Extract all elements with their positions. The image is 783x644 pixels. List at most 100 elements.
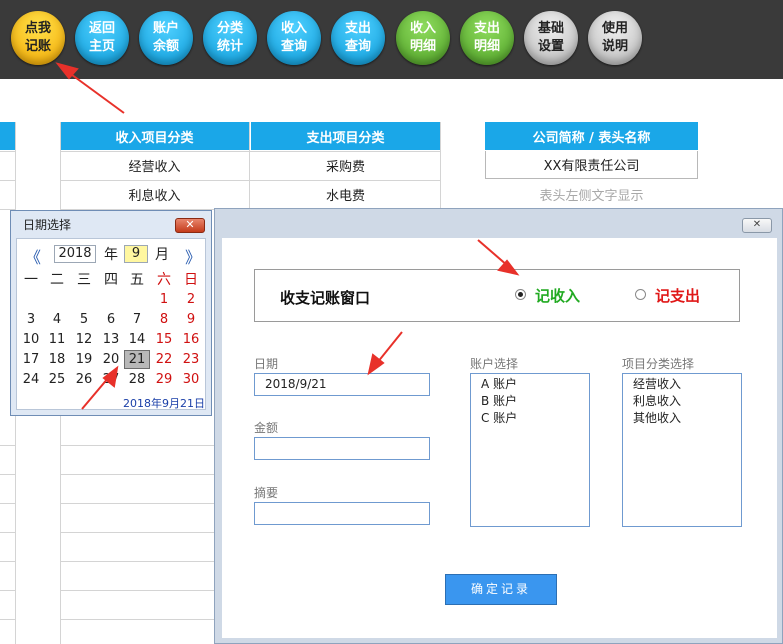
expense-category-cell[interactable]: 采购费 [251, 151, 440, 179]
list-item[interactable]: C 账户 [471, 410, 589, 427]
calendar-day[interactable]: 11 [44, 330, 70, 349]
calendar-day[interactable]: 29 [151, 370, 177, 389]
grid-line [60, 619, 214, 620]
calendar-day[interactable]: 9 [178, 310, 204, 329]
button-label-line1: 基础 [537, 21, 564, 36]
basic-settings-button[interactable]: 基础 设置 [524, 11, 578, 65]
prev-month-icon[interactable]: 《 [25, 244, 41, 268]
grid-line [0, 532, 15, 533]
close-icon[interactable]: ✕ [175, 218, 205, 233]
next-month-icon[interactable]: 》 [185, 244, 201, 268]
grid-line [0, 503, 15, 504]
calendar-day[interactable]: 25 [44, 370, 70, 389]
list-item[interactable]: 其他收入 [623, 410, 741, 427]
button-label-line1: 返回 [88, 21, 115, 36]
calendar-day[interactable]: 27 [98, 370, 124, 389]
calendar-day[interactable]: 17 [18, 350, 44, 369]
calendar-day[interactable]: 6 [98, 310, 124, 329]
grid-line [60, 561, 214, 562]
button-label-line1: 支出 [344, 21, 371, 36]
calendar-day[interactable]: 19 [71, 350, 97, 369]
toolbar: 点我 记账 返回 主页 账户 余额 分类 统计 收入 查询 支出 查询 收入 明… [0, 0, 783, 79]
company-name-cell[interactable]: XX有限责任公司 [485, 151, 698, 179]
weekday-label: 六 [157, 272, 171, 288]
frame-title: 收支记账窗口 [280, 289, 371, 307]
left-column-header [0, 122, 15, 150]
confirm-record-button[interactable]: 确定记录 [445, 574, 557, 605]
calendar-day[interactable]: 30 [178, 370, 204, 389]
calendar-day[interactable]: 2 [178, 290, 204, 309]
grid-line [0, 619, 15, 620]
button-label-line1: 支出 [473, 21, 500, 36]
weekday-label: 三 [77, 272, 91, 288]
month-input[interactable]: 9 [124, 245, 148, 263]
calendar-day[interactable]: 7 [124, 310, 150, 329]
calendar-day-selected[interactable]: 21 [124, 350, 150, 369]
list-item[interactable]: B 账户 [471, 393, 589, 410]
help-button[interactable]: 使用 说明 [588, 11, 642, 65]
grid-line [60, 445, 214, 446]
calendar-day[interactable]: 24 [18, 370, 44, 389]
calendar-day[interactable]: 22 [151, 350, 177, 369]
account-balance-button[interactable]: 账户 余额 [139, 11, 193, 65]
amount-input[interactable] [254, 437, 430, 460]
calendar-day[interactable]: 14 [124, 330, 150, 349]
button-label-line2: 统计 [216, 39, 243, 54]
close-icon[interactable]: ✕ [742, 218, 772, 233]
date-label: 日期 [254, 357, 279, 371]
button-label-line2: 设置 [537, 39, 564, 54]
calendar-day[interactable]: 3 [18, 310, 44, 329]
calendar-day[interactable]: 15 [151, 330, 177, 349]
expense-detail-button[interactable]: 支出 明细 [460, 11, 514, 65]
year-input[interactable]: 2018 [54, 245, 96, 263]
calendar-day[interactable]: 26 [71, 370, 97, 389]
date-picker-window: 日期选择 ✕ 《 2018 年 9 月 》 一 二 三 四 五 六 日 1 2 … [10, 210, 212, 416]
expense-category-cell[interactable]: 水电费 [251, 180, 440, 208]
weekday-label: 二 [50, 272, 64, 288]
button-label-line2: 明细 [409, 39, 436, 54]
list-item[interactable]: A 账户 [471, 376, 589, 393]
calendar-day[interactable]: 23 [178, 350, 204, 369]
calendar-day[interactable]: 10 [18, 330, 44, 349]
calendar-day[interactable]: 28 [124, 370, 150, 389]
list-item[interactable]: 利息收入 [623, 393, 741, 410]
button-label-line1: 使用 [601, 21, 628, 36]
weekday-label: 一 [24, 272, 38, 288]
income-radio[interactable] [515, 289, 526, 300]
category-stats-button[interactable]: 分类 统计 [203, 11, 257, 65]
calendar-day[interactable]: 8 [151, 310, 177, 329]
account-listbox[interactable]: A 账户 B 账户 C 账户 [470, 373, 590, 527]
button-label-line2: 余额 [152, 39, 179, 54]
calendar-day[interactable]: 12 [71, 330, 97, 349]
income-radio-label[interactable]: 记收入 [535, 285, 580, 306]
expense-radio-label[interactable]: 记支出 [655, 285, 700, 306]
calendar-day[interactable]: 20 [98, 350, 124, 369]
calendar-day[interactable]: 5 [71, 310, 97, 329]
grid-line [60, 474, 214, 475]
expense-category-header: 支出项目分类 [251, 122, 440, 150]
home-button[interactable]: 返回 主页 [75, 11, 129, 65]
calendar-day[interactable]: 1 [151, 290, 177, 309]
calendar-day[interactable]: 4 [44, 310, 70, 329]
calendar-day[interactable]: 13 [98, 330, 124, 349]
date-picker-titlebar[interactable]: 日期选择 ✕ [11, 211, 211, 235]
calendar-day[interactable]: 16 [178, 330, 204, 349]
income-query-button[interactable]: 收入 查询 [267, 11, 321, 65]
income-category-cell[interactable]: 经营收入 [60, 151, 249, 179]
grid-line [60, 151, 440, 152]
entry-form: 收支记账窗口 记收入 记支出 日期 2018/9/21 金额 摘要 账户选择 A… [222, 238, 777, 638]
income-detail-button[interactable]: 收入 明细 [396, 11, 450, 65]
income-category-cell[interactable]: 利息收入 [60, 180, 249, 208]
date-input[interactable]: 2018/9/21 [254, 373, 430, 396]
button-label-line1: 收入 [280, 21, 307, 36]
income-category-header: 收入项目分类 [60, 122, 249, 150]
list-item[interactable]: 经营收入 [623, 376, 741, 393]
record-entry-button[interactable]: 点我 记账 [11, 11, 65, 65]
expense-query-button[interactable]: 支出 查询 [331, 11, 385, 65]
calendar-day[interactable]: 18 [44, 350, 70, 369]
summary-input[interactable] [254, 502, 430, 525]
category-listbox[interactable]: 经营收入 利息收入 其他收入 [622, 373, 742, 527]
grid-line [0, 151, 15, 152]
grid-line [60, 590, 214, 591]
expense-radio[interactable] [635, 289, 646, 300]
